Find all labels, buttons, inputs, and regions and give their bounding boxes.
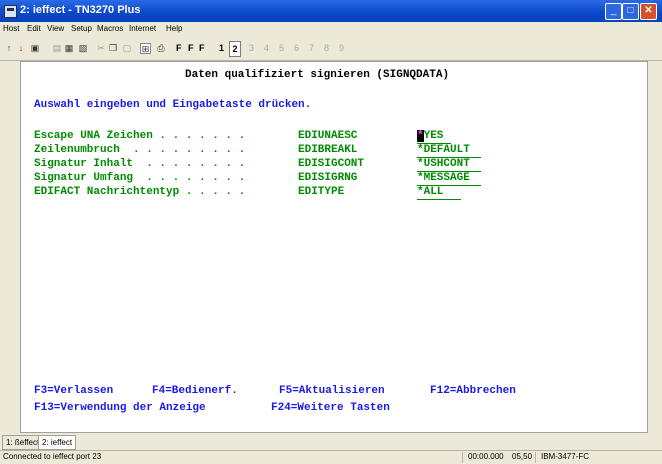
save-icon[interactable]: ▣ bbox=[30, 43, 40, 53]
field-label-signatur-inhalt: Signatur Inhalt . . . . . . . . bbox=[34, 158, 246, 170]
field-label-edifact-typ: EDIFACT Nachrichtentyp . . . . . bbox=[34, 186, 246, 198]
menu-setup[interactable]: Setup bbox=[71, 24, 92, 33]
field-label-signatur-umfang: Signatur Umfang . . . . . . . . bbox=[34, 172, 246, 184]
font-f-large-button[interactable]: F bbox=[199, 41, 205, 55]
connection-status: Connected to ieffect port 23 bbox=[3, 452, 102, 461]
app-window: 2: ieffect - TN3270 Plus _ □ ✕ Host Edit… bbox=[0, 0, 662, 464]
menu-bar: Host Edit View Setup Macros Internet Hel… bbox=[0, 22, 662, 36]
maximize-button[interactable]: □ bbox=[622, 3, 639, 20]
menu-host[interactable]: Host bbox=[3, 24, 19, 33]
session-tab-bar: 1: ßeffect 2: ieffect bbox=[0, 434, 662, 450]
terminal-screen[interactable]: Daten qualifiziert signieren (SIGNQDATA)… bbox=[20, 61, 648, 433]
session-button-6[interactable]: 6 bbox=[294, 41, 299, 55]
field-keyword-editype: EDITYPE bbox=[298, 186, 345, 198]
fkey-f24[interactable]: F24=Weitere Tasten bbox=[271, 402, 390, 415]
menu-view[interactable]: View bbox=[47, 24, 64, 33]
fkey-f12[interactable]: F12=Abbrechen bbox=[430, 385, 516, 398]
session-button-9[interactable]: 9 bbox=[339, 41, 344, 55]
instruction-text: Auswahl eingeben und Eingabetaste drücke… bbox=[34, 99, 312, 111]
session-button-5[interactable]: 5 bbox=[279, 41, 284, 55]
title-bar[interactable]: 2: ieffect - TN3270 Plus _ □ ✕ bbox=[0, 0, 662, 22]
field-input-signatur-inhalt[interactable]: *USHCONT bbox=[417, 158, 481, 172]
fkey-f13[interactable]: F13=Verwendung der Anzeige bbox=[34, 402, 206, 415]
field-value-escape-una: YES bbox=[423, 130, 444, 142]
field-label-escape-una: Escape UNA Zeichen . . . . . . . bbox=[34, 130, 246, 142]
fkey-f3[interactable]: F3=Verlassen bbox=[34, 385, 113, 398]
field-label-zeilenumbruch: Zeilenumbruch . . . . . . . . . bbox=[34, 144, 246, 156]
screen-title: Daten qualifiziert signieren (SIGNQDATA) bbox=[185, 69, 450, 81]
terminal-app-icon bbox=[4, 5, 17, 18]
session-button-4[interactable]: 4 bbox=[264, 41, 269, 55]
print-icon[interactable]: ⎙ bbox=[156, 43, 166, 53]
cut-icon[interactable]: ✂ bbox=[96, 43, 106, 53]
receive-icon[interactable]: ▦ bbox=[64, 43, 74, 53]
field-keyword-edibreakl: EDIBREAKL bbox=[298, 144, 358, 156]
minimize-button[interactable]: _ bbox=[605, 3, 622, 20]
menu-macros[interactable]: Macros bbox=[97, 24, 123, 33]
window-title: 2: ieffect - TN3270 Plus bbox=[20, 4, 141, 16]
field-input-escape-una[interactable]: *YES bbox=[417, 130, 451, 144]
session-button-2[interactable]: 2 bbox=[229, 41, 241, 57]
cursor-position: 05,50 bbox=[512, 452, 533, 461]
field-input-signatur-umfang[interactable]: *MESSAGE bbox=[417, 172, 481, 186]
field-keyword-ediunaesc: EDIUNAESC bbox=[298, 130, 358, 142]
arrow-down-icon[interactable]: ↓ bbox=[16, 43, 26, 53]
field-keyword-edisigcont: EDISIGCONT bbox=[298, 158, 365, 170]
arrow-up-icon[interactable]: ↑ bbox=[4, 43, 14, 53]
status-divider bbox=[535, 452, 536, 463]
session-tab-2[interactable]: 2: ieffect bbox=[38, 435, 77, 450]
session-button-7[interactable]: 7 bbox=[309, 41, 314, 55]
text-cursor: * bbox=[417, 130, 424, 142]
menu-help[interactable]: Help bbox=[166, 24, 182, 33]
status-bar: Connected to ieffect port 23 00:00.000 0… bbox=[0, 450, 662, 464]
paste-icon[interactable]: ▢ bbox=[122, 43, 132, 53]
session-button-8[interactable]: 8 bbox=[324, 41, 329, 55]
menu-internet[interactable]: Internet bbox=[129, 24, 156, 33]
copy-icon[interactable]: ❐ bbox=[108, 43, 118, 53]
fkey-f4[interactable]: F4=Bedienerf. bbox=[152, 385, 238, 398]
status-time: 00:00.000 bbox=[468, 452, 504, 461]
field-keyword-edisigrng: EDISIGRNG bbox=[298, 172, 358, 184]
session-button-3[interactable]: 3 bbox=[249, 41, 254, 55]
field-input-edifact-typ[interactable]: *ALL bbox=[417, 186, 461, 200]
font-f-button[interactable]: F bbox=[176, 41, 182, 55]
font-f-small-button[interactable]: F bbox=[188, 41, 194, 55]
field-input-zeilenumbruch[interactable]: *DEFAULT bbox=[417, 144, 481, 158]
status-divider bbox=[462, 452, 463, 463]
send-icon[interactable]: ▧ bbox=[78, 43, 88, 53]
keyboard-map-icon[interactable]: ⊞ bbox=[140, 43, 151, 54]
menu-edit[interactable]: Edit bbox=[27, 24, 41, 33]
toolbar: ↑ ↓ ▣ ▤ ▦ ▧ ✂ ❐ ▢ ⊞ ⎙ F F F 1 2 3 4 5 6 … bbox=[0, 36, 662, 61]
session-button-1[interactable]: 1 bbox=[219, 41, 224, 55]
terminal-type: IBM-3477-FC bbox=[541, 452, 590, 461]
close-button[interactable]: ✕ bbox=[640, 3, 657, 20]
page-icon[interactable]: ▤ bbox=[52, 43, 62, 53]
fkey-f5[interactable]: F5=Aktualisieren bbox=[279, 385, 385, 398]
